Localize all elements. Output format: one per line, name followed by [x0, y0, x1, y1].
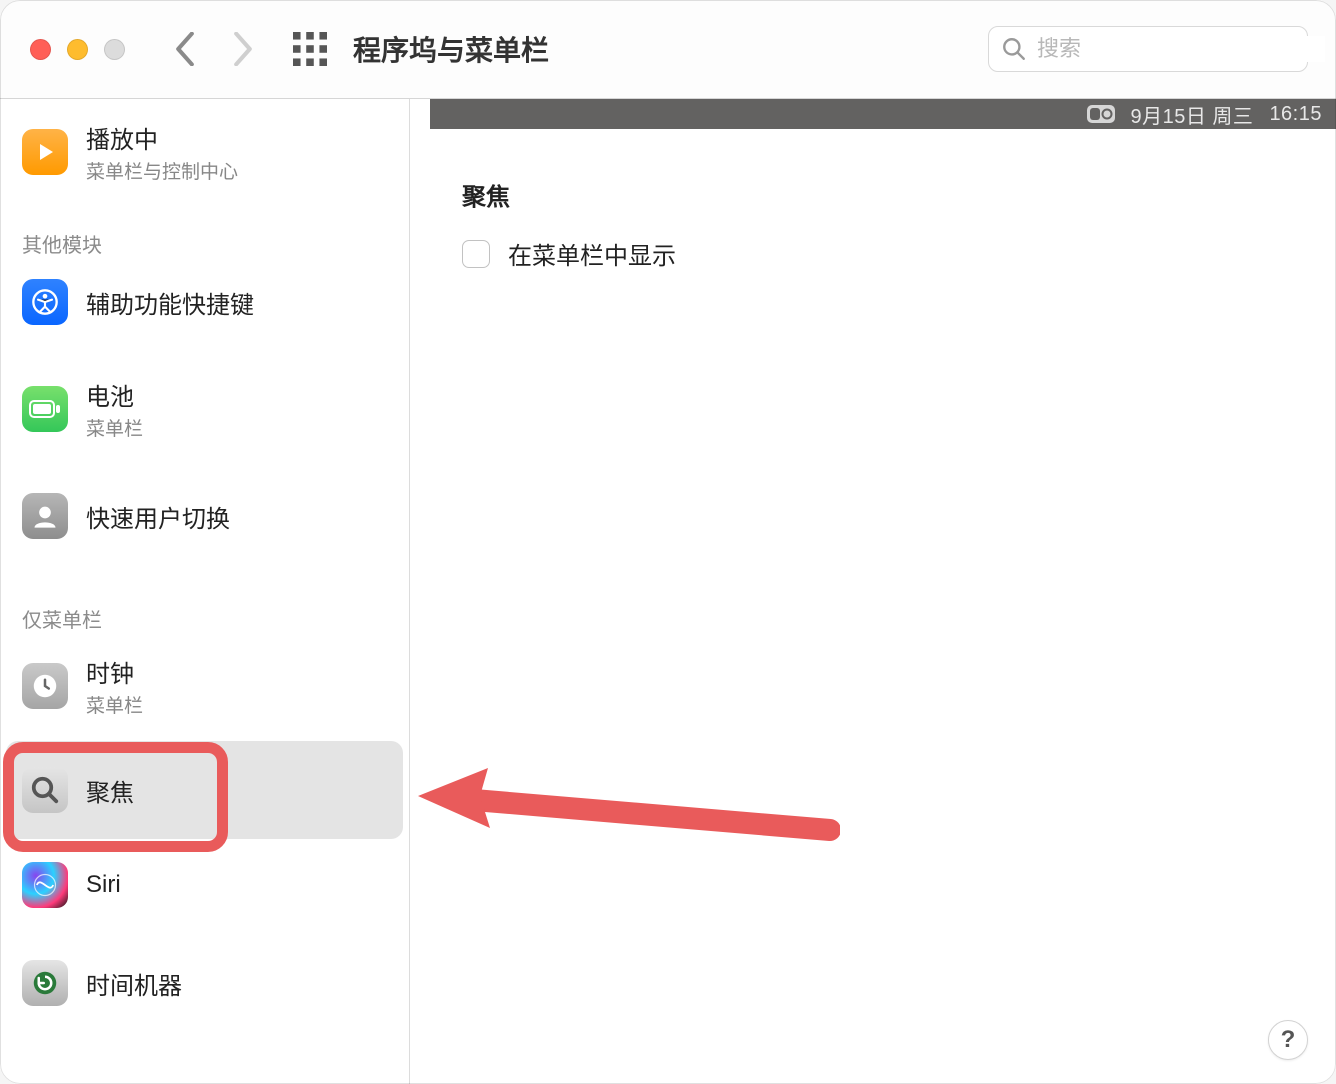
menubar-time: 16:15 — [1269, 103, 1322, 126]
minimize-window-button[interactable] — [67, 39, 88, 60]
section-header-other: 其他模块 — [0, 229, 409, 258]
menubar-date: 9月15日 周三 — [1131, 100, 1254, 129]
sidebar-item-sublabel: 菜单栏 — [86, 414, 143, 441]
sidebar-item-fast-user-switching[interactable]: 快速用户切换 — [0, 476, 409, 556]
titlebar: 程序坞与菜单栏 — [0, 0, 1336, 99]
sidebar-item-siri[interactable]: Siri — [0, 845, 409, 925]
sidebar-item-now-playing[interactable]: 播放中 菜单栏与控制中心 — [0, 103, 409, 201]
back-button[interactable] — [173, 32, 197, 66]
accessibility-icon — [22, 279, 68, 325]
battery-icon — [22, 386, 68, 432]
search-icon — [1001, 36, 1027, 62]
sidebar-item-label: 时钟 — [86, 654, 143, 689]
show-in-menubar-row: 在菜单栏中显示 — [462, 236, 1336, 271]
sidebar-item-clock[interactable]: 时钟 菜单栏 — [0, 637, 409, 735]
sidebar-item-label: 聚焦 — [86, 773, 134, 808]
search-input[interactable] — [1037, 36, 1325, 62]
body: 播放中 菜单栏与控制中心 其他模块 辅助功能快捷键 — [0, 99, 1336, 1084]
siri-icon — [22, 862, 68, 908]
show-in-menubar-checkbox[interactable] — [462, 240, 490, 268]
sidebar-item-accessibility[interactable]: 辅助功能快捷键 — [0, 262, 409, 342]
window-title: 程序坞与菜单栏 — [353, 29, 549, 69]
clock-icon — [22, 663, 68, 709]
sidebar-item-label: 快速用户切换 — [86, 499, 230, 534]
show-in-menubar-label: 在菜单栏中显示 — [508, 236, 676, 271]
sidebar-item-time-machine[interactable]: 时间机器 — [0, 943, 409, 1023]
sidebar-item-label: 播放中 — [86, 120, 238, 155]
sidebar-item-sublabel: 菜单栏 — [86, 691, 143, 718]
zoom-window-button[interactable] — [104, 39, 125, 60]
panel-title: 聚焦 — [462, 177, 1336, 212]
close-window-button[interactable] — [30, 39, 51, 60]
sidebar-item-label: 辅助功能快捷键 — [86, 285, 254, 320]
sidebar-item-label: 时间机器 — [86, 966, 182, 1001]
time-machine-icon — [22, 960, 68, 1006]
help-button[interactable]: ? — [1268, 1020, 1308, 1060]
menubar-preview: 9月15日 周三 16:15 — [430, 99, 1336, 129]
sidebar-item-label: 电池 — [86, 377, 143, 412]
nav-arrows — [173, 32, 255, 66]
content: 9月15日 周三 16:15 聚焦 在菜单栏中显示 ? — [410, 99, 1336, 1084]
search-field[interactable] — [988, 26, 1308, 72]
sidebar-item-sublabel: 菜单栏与控制中心 — [86, 157, 238, 184]
user-icon — [22, 493, 68, 539]
sidebar: 播放中 菜单栏与控制中心 其他模块 辅助功能快捷键 — [0, 99, 410, 1084]
spotlight-icon — [22, 767, 68, 813]
control-center-icon — [1087, 105, 1115, 123]
forward-button[interactable] — [231, 32, 255, 66]
sidebar-item-spotlight[interactable]: 聚焦 — [6, 741, 403, 839]
window: 程序坞与菜单栏 播放中 菜单栏与控制中心 — [0, 0, 1336, 1084]
sidebar-item-label: Siri — [86, 871, 121, 899]
section-header-menubar-only: 仅菜单栏 — [0, 604, 409, 633]
show-all-button[interactable] — [293, 32, 327, 66]
window-controls — [30, 39, 125, 60]
sidebar-item-battery[interactable]: 电池 菜单栏 — [0, 360, 409, 458]
play-icon — [22, 129, 68, 175]
